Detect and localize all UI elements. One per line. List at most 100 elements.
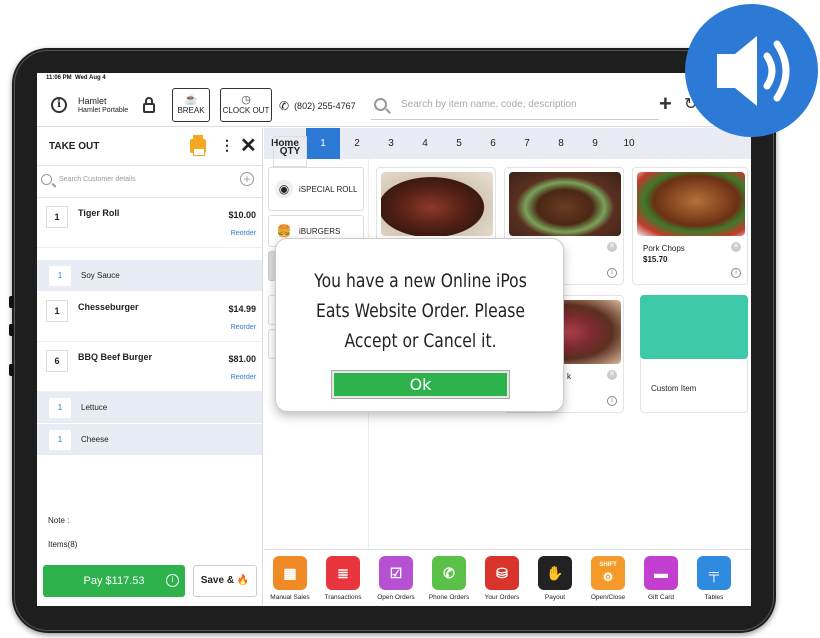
lock-icon[interactable] [143,97,155,113]
tab-page-4[interactable]: 4 [408,128,442,159]
phone-orders-button[interactable]: ✆ Phone Orders [423,556,475,606]
footer-label: Phone Orders [428,594,470,601]
manual-sales-button[interactable]: ▦ Manual Sales [264,556,316,606]
reorder-link[interactable]: Reorder [231,324,256,331]
item-price: $14.99 [228,304,256,314]
order-type[interactable]: TAKE OUT [49,141,99,152]
footer-label: Payout [544,594,566,601]
dialog-message: You have a new Online iPos Eats Website … [314,270,527,352]
modifier-name: Soy Sauce [81,271,120,280]
tablet-side-button [9,324,14,336]
open-close-button[interactable]: SHIFT ⚙ Open/Close [582,556,634,606]
item-qty[interactable]: 1 [46,206,68,228]
remove-icon[interactable]: ✕ [607,242,617,252]
top-bar: i Hamlet Hamlet Portable ☕ BREAK ◷ CLOCK… [37,85,751,127]
tab-page-2[interactable]: 2 [340,128,374,159]
remove-icon[interactable]: ✕ [731,242,741,252]
payout-button[interactable]: ✋ Payout [529,556,581,606]
printer-icon[interactable] [190,135,206,156]
status-bar: 11:06 PM Wed Aug 4 [37,73,751,85]
modifier-name: Cheese [81,435,109,444]
item-modifier[interactable]: 1 Soy Sauce [37,260,262,292]
coffee-icon: ☕ [184,94,198,106]
product-name: Custom Item [651,384,697,393]
item-qty[interactable]: 6 [46,350,68,372]
more-icon[interactable]: ⋮ [220,137,234,154]
order-header: TAKE OUT ⋮ ✕ [37,128,262,166]
new-order-dialog: You have a new Online iPos Eats Website … [275,238,564,412]
clipboard-icon: ☑ [379,556,413,590]
order-item[interactable]: 6 BBQ Beef Burger $81.00 Reorder [37,342,262,392]
modifier-qty: 1 [49,266,71,286]
reorder-link[interactable]: Reorder [231,230,256,237]
store-sub: Hamlet Portable [78,107,129,114]
info-icon[interactable]: i [51,97,67,113]
pay-label: Pay $117.53 [83,575,145,587]
info-icon[interactable]: i [607,268,617,278]
tables-button[interactable]: ╤ Tables [688,556,740,606]
close-icon[interactable]: ✕ [240,133,257,158]
note-label[interactable]: Note : [48,516,69,525]
info-icon[interactable]: i [607,396,617,406]
order-item[interactable]: 1 Chesseburger $14.99 Reorder [37,292,262,342]
phone-number[interactable]: ✆ (802) 255-4767 [279,99,356,113]
tab-page-7[interactable]: 7 [510,128,544,159]
open-orders-button[interactable]: ☑ Open Orders [370,556,422,606]
product-price: $15.70 [643,255,668,264]
category-label: iBURGERS [299,226,341,236]
fire-icon: 🔥 [236,575,250,586]
custom-item-card[interactable]: Custom Item [640,295,748,413]
add-icon[interactable]: + [659,91,672,117]
pay-button[interactable]: Pay $117.53 i [43,565,185,597]
gift-card-button[interactable]: ▬ Gift Card [635,556,687,606]
tab-page-3[interactable]: 3 [374,128,408,159]
reorder-link[interactable]: Reorder [231,374,256,381]
modifier-qty: 1 [49,430,71,450]
tab-page-9[interactable]: 9 [578,128,612,159]
product-card[interactable]: Pork Chops $15.70 ✕ i [632,167,748,285]
sushi-icon: ◉ [275,180,293,198]
info-icon[interactable]: i [166,574,179,587]
save-button[interactable]: Save & 🔥 [193,565,257,597]
add-customer-icon[interactable]: + [240,172,254,186]
item-qty[interactable]: 1 [46,300,68,322]
clock-out-button[interactable]: ◷ CLOCK OUT [220,88,272,122]
items-count: Items(8) [48,540,78,549]
status-date: Wed Aug 4 [75,75,106,81]
product-image [637,172,745,236]
custom-item-image [640,295,748,359]
item-price: $10.00 [228,210,256,220]
transactions-button[interactable]: ≣ Transactions [317,556,369,606]
break-button[interactable]: ☕ BREAK [172,88,210,122]
clock-icon: ◷ [241,94,251,106]
your-orders-button[interactable]: ⛁ Your Orders [476,556,528,606]
item-modifier[interactable]: 1 Lettuce [37,392,262,424]
phone-icon: ✆ [279,99,290,113]
tab-page-5[interactable]: 5 [442,128,476,159]
order-item[interactable]: 1 Tiger Roll $10.00 Reorder [37,198,262,248]
receipt-icon: ≣ [326,556,360,590]
tab-page-10[interactable]: 10 [612,128,646,159]
customer-search[interactable]: Search Customer details + [37,166,262,198]
modifier-qty: 1 [49,398,71,418]
remove-icon[interactable]: ✕ [607,370,617,380]
category-special-roll[interactable]: ◉ iSPECIAL ROLL [268,167,364,211]
info-icon[interactable]: i [731,268,741,278]
calculator-icon: ▦ [273,556,307,590]
shift-badge: SHIFT [599,562,617,568]
search-input[interactable]: Search by item name, code, description [371,90,659,120]
footer-label: Manual Sales [270,594,310,601]
save-label: Save & [200,575,235,586]
ok-button[interactable]: Ok [331,370,510,399]
break-label: BREAK [177,106,205,115]
footer-label: Transactions [324,594,362,601]
footer-label: Open/Close [590,594,626,601]
tab-page-8[interactable]: 8 [544,128,578,159]
tab-page-1[interactable]: 1 [306,128,340,159]
search-icon [41,174,52,185]
tab-page-6[interactable]: 6 [476,128,510,159]
search-placeholder: Search by item name, code, description [401,99,577,110]
store-name: Hamlet [78,96,107,106]
item-modifier[interactable]: 1 Cheese [37,424,262,456]
footer-label: Tables [704,594,724,601]
